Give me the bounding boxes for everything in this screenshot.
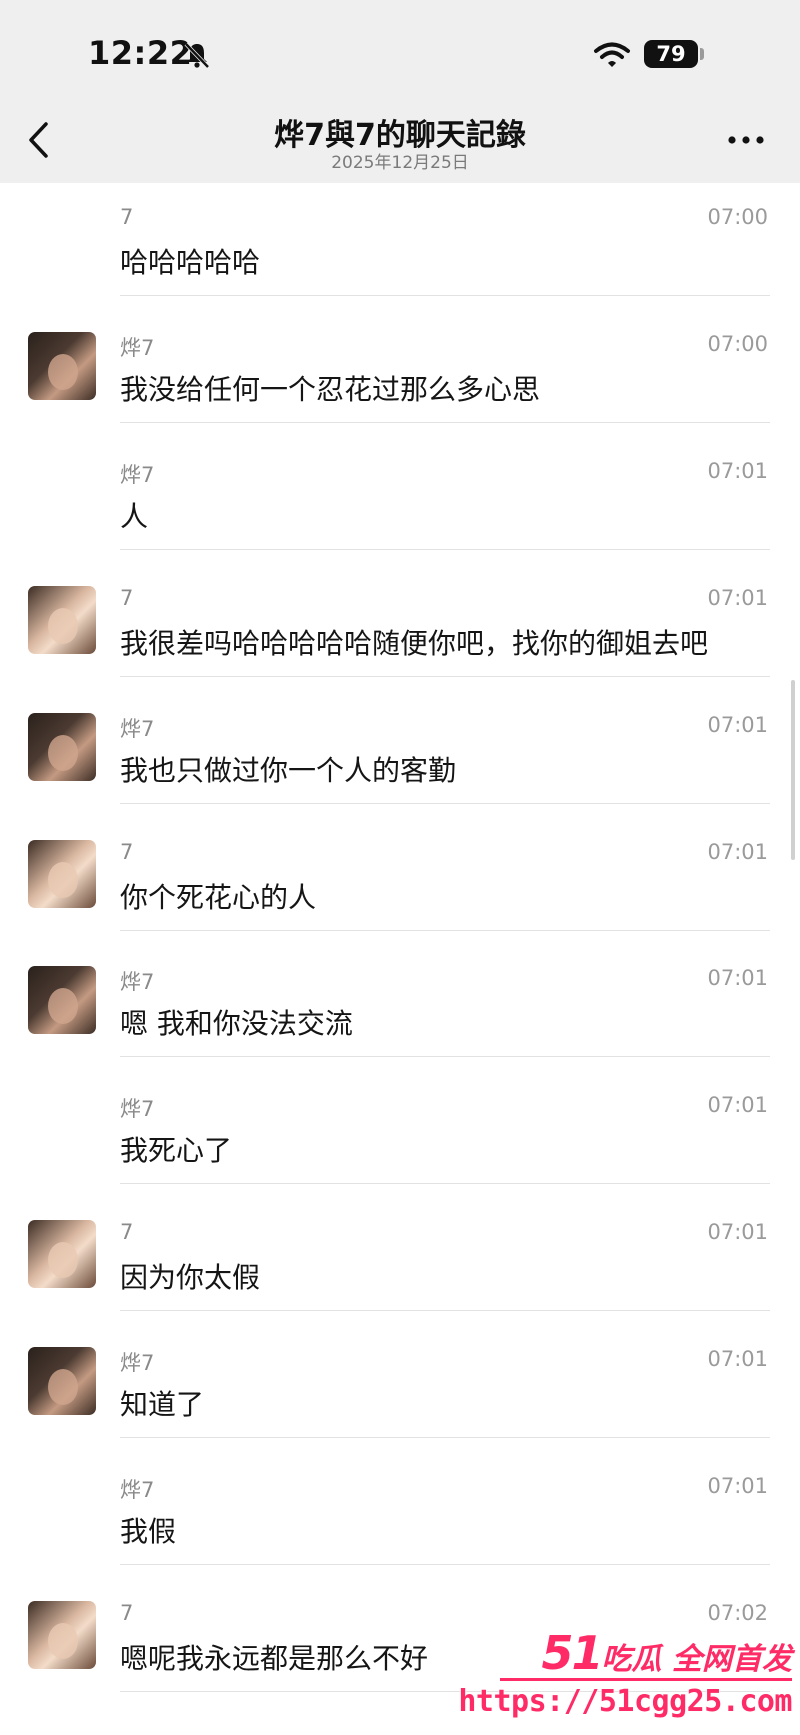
chat-record-header: 烨7與7的聊天記錄 2025年12月25日 (0, 92, 800, 183)
message-time: 07:00 (707, 205, 768, 229)
message-time: 07:01 (707, 1347, 768, 1372)
message-text: 我也只做过你一个人的客勤 (120, 753, 457, 787)
more-options-icon[interactable] (726, 132, 766, 148)
divider (120, 548, 770, 550)
sender-name: 烨7 (120, 462, 155, 487)
avatar-face (48, 1622, 78, 1659)
avatar-face (48, 1242, 78, 1279)
chat-message-item[interactable]: 烨7 07:01 嗯 我和你没法交流 (0, 944, 800, 1070)
divider (120, 421, 770, 423)
avatar[interactable] (28, 966, 96, 1035)
sender-name: 7 (120, 205, 134, 229)
message-text: 我没给任何一个忍花过那么多心思 (120, 372, 541, 406)
avatar[interactable] (28, 712, 96, 781)
message-time: 07:01 (707, 1474, 768, 1498)
page-subtitle-date: 2025年12月25日 (331, 153, 469, 173)
watermark-brand-text: 吃瓜 全网首发 (601, 1642, 792, 1677)
message-text: 因为你太假 (120, 1261, 261, 1295)
chat-message-item[interactable]: 烨7 07:01 我死心了 (0, 1071, 800, 1197)
message-text: 我死心了 (120, 1134, 233, 1168)
divider (120, 295, 770, 296)
sender-name: 7 (120, 1220, 134, 1245)
message-text: 人 (120, 499, 149, 533)
divider (120, 1183, 770, 1185)
message-time: 07:01 (707, 839, 768, 864)
avatar-face (48, 353, 78, 390)
divider (120, 802, 770, 804)
avatar[interactable] (28, 1600, 96, 1669)
watermark-brand-number: 51 (541, 1626, 604, 1680)
chat-message-item[interactable]: 7 07:00 哈哈哈哈哈 (0, 183, 800, 309)
sender-name: 7 (120, 1600, 134, 1625)
avatar-face (48, 1369, 78, 1406)
status-bar: 12:22 79 (0, 0, 800, 92)
message-time: 07:01 (707, 966, 768, 991)
chat-message-item[interactable]: 烨7 07:01 我也只做过你一个人的客勤 (0, 691, 800, 817)
avatar-face (48, 734, 78, 771)
chat-message-item[interactable]: 烨7 07:01 人 (0, 437, 800, 563)
sender-name: 烨7 (120, 1478, 155, 1502)
divider (120, 1564, 770, 1565)
avatar-face (48, 607, 78, 644)
battery-indicator: 79 (644, 40, 698, 68)
watermark-underline (500, 1678, 792, 1681)
sender-name: 7 (120, 839, 134, 864)
chat-message-item[interactable]: 7 07:01 我很差吗哈哈哈哈哈随便你吧，找你的御姐去吧 (0, 564, 800, 690)
watermark-brand: 51吃瓜 全网首发 (542, 1626, 792, 1680)
chat-message-item[interactable]: 7 07:01 因为你太假 (0, 1198, 800, 1324)
chat-message-item[interactable]: 烨7 07:01 知道了 (0, 1325, 800, 1451)
watermark-url: https://51cgg25.com (458, 1684, 792, 1719)
sender-name: 烨7 (120, 970, 155, 995)
avatar-face (48, 861, 78, 898)
message-time: 07:01 (707, 458, 768, 483)
avatar[interactable] (28, 585, 96, 654)
divider (120, 1056, 770, 1058)
message-text: 嗯 我和你没法交流 (120, 1007, 353, 1041)
avatar-face (48, 988, 78, 1025)
avatar[interactable] (28, 1220, 96, 1289)
divider (120, 675, 770, 677)
message-time: 07:01 (707, 585, 768, 610)
chat-message-item[interactable]: 烨7 07:00 我没给任何一个忍花过那么多心思 (0, 310, 800, 436)
chat-message-item[interactable]: 7 07:01 你个死花心的人 (0, 818, 800, 944)
message-text: 嗯呢我永远都是那么不好 (120, 1641, 429, 1675)
message-text: 我很差吗哈哈哈哈哈随便你吧，找你的御姐去吧 (120, 626, 709, 660)
status-time: 12:22 (88, 34, 193, 72)
chat-message-item[interactable]: 烨7 07:01 我假 (0, 1452, 800, 1578)
sender-name: 烨7 (120, 335, 155, 360)
bell-muted-icon (184, 42, 210, 69)
wifi-icon (594, 42, 630, 67)
message-time: 07:00 (707, 331, 768, 356)
avatar[interactable] (28, 839, 96, 908)
message-time: 07:01 (707, 1220, 768, 1245)
battery-cap (700, 48, 704, 60)
sender-name: 烨7 (120, 1097, 155, 1122)
divider (120, 1310, 770, 1312)
sender-name: 烨7 (120, 1351, 155, 1376)
avatar[interactable] (28, 1347, 96, 1416)
divider (120, 1437, 770, 1439)
message-time: 07:01 (707, 712, 768, 737)
watermark: 51吃瓜 全网首发 https://51cgg25.com (458, 1610, 800, 1735)
divider (120, 929, 770, 931)
avatar[interactable] (28, 331, 96, 400)
message-text: 哈哈哈哈哈 (120, 246, 261, 279)
message-text: 你个死花心的人 (120, 880, 317, 914)
scrollbar[interactable] (791, 680, 795, 860)
sender-name: 烨7 (120, 716, 155, 741)
message-time: 07:01 (707, 1093, 768, 1118)
sender-name: 7 (120, 585, 134, 610)
message-text: 知道了 (120, 1388, 205, 1422)
message-text: 我假 (120, 1515, 177, 1548)
